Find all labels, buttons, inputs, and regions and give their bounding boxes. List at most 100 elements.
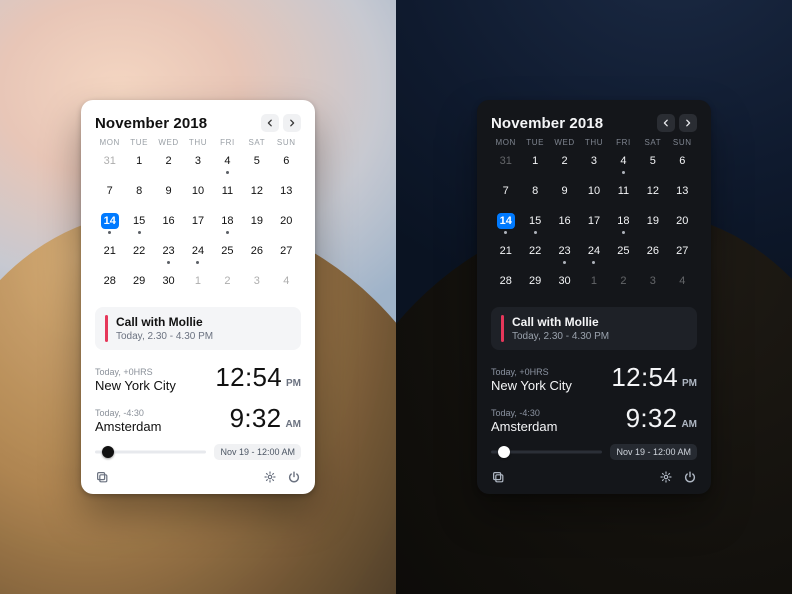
day-cell[interactable]: 25: [213, 243, 242, 267]
weekday-label: WED: [550, 138, 579, 147]
day-cell[interactable]: 8: [124, 183, 153, 207]
prev-month-button[interactable]: [657, 114, 675, 132]
day-cell[interactable]: 1: [124, 153, 153, 177]
day-cell[interactable]: 22: [124, 243, 153, 267]
day-cell[interactable]: 4: [668, 273, 697, 297]
day-cell[interactable]: 15: [520, 213, 549, 237]
day-cell[interactable]: 29: [520, 273, 549, 297]
day-cell[interactable]: 25: [609, 243, 638, 267]
day-cell[interactable]: 16: [154, 213, 183, 237]
event-card[interactable]: Call with Mollie Today, 2.30 - 4.30 PM: [95, 307, 301, 350]
day-cell[interactable]: 23: [154, 243, 183, 267]
day-cell[interactable]: 27: [272, 243, 301, 267]
day-number: 17: [585, 213, 603, 229]
day-cell[interactable]: 7: [491, 183, 520, 207]
day-number: 4: [277, 273, 295, 289]
month-grid: 3112345678910111213141516171819202122232…: [491, 153, 697, 297]
chevron-right-icon: [684, 119, 692, 127]
time-scrubber-knob[interactable]: [498, 446, 510, 458]
day-cell[interactable]: 2: [609, 273, 638, 297]
day-cell[interactable]: 14: [95, 213, 124, 237]
power-icon[interactable]: [287, 470, 301, 484]
day-cell[interactable]: 10: [183, 183, 212, 207]
day-cell[interactable]: 4: [272, 273, 301, 297]
day-cell[interactable]: 13: [668, 183, 697, 207]
day-cell[interactable]: 31: [491, 153, 520, 177]
day-cell[interactable]: 13: [272, 183, 301, 207]
event-subtitle: Today, 2.30 - 4.30 PM: [116, 331, 213, 342]
day-cell[interactable]: 26: [638, 243, 667, 267]
day-cell[interactable]: 19: [638, 213, 667, 237]
time-scrubber[interactable]: [491, 444, 602, 460]
day-cell[interactable]: 9: [154, 183, 183, 207]
day-cell[interactable]: 1: [183, 273, 212, 297]
clock-time: 12:54: [611, 362, 678, 393]
weekday-header: MONTUEWEDTHUFRISATSUN: [491, 138, 697, 147]
day-cell[interactable]: 7: [95, 183, 124, 207]
next-month-button[interactable]: [679, 114, 697, 132]
day-cell[interactable]: 11: [609, 183, 638, 207]
day-cell[interactable]: 23: [550, 243, 579, 267]
day-cell[interactable]: 30: [550, 273, 579, 297]
day-cell[interactable]: 21: [491, 243, 520, 267]
day-cell[interactable]: 6: [272, 153, 301, 177]
day-cell[interactable]: 20: [272, 213, 301, 237]
calendar-widget-dark: November 2018 MONTUEWEDTHUFRISATSUN 3112…: [477, 100, 711, 494]
time-scrubber-label: Nov 19 - 12:00 AM: [610, 444, 697, 460]
day-cell[interactable]: 8: [520, 183, 549, 207]
day-cell[interactable]: 9: [550, 183, 579, 207]
day-cell[interactable]: 4: [213, 153, 242, 177]
day-number: 24: [189, 243, 207, 259]
day-cell[interactable]: 30: [154, 273, 183, 297]
gear-icon[interactable]: [263, 470, 277, 484]
day-cell[interactable]: 24: [183, 243, 212, 267]
day-cell[interactable]: 31: [95, 153, 124, 177]
world-clocks: Today, +0HRSNew York City12:54PMToday, -…: [491, 362, 697, 434]
day-cell[interactable]: 2: [154, 153, 183, 177]
event-dot: [108, 231, 111, 234]
time-scrubber-knob[interactable]: [102, 446, 114, 458]
day-cell[interactable]: 14: [491, 213, 520, 237]
day-cell[interactable]: 2: [213, 273, 242, 297]
day-cell[interactable]: 28: [95, 273, 124, 297]
day-cell[interactable]: 15: [124, 213, 153, 237]
day-cell[interactable]: 19: [242, 213, 271, 237]
day-cell[interactable]: 3: [579, 153, 608, 177]
gear-icon[interactable]: [659, 470, 673, 484]
day-cell[interactable]: 5: [242, 153, 271, 177]
day-cell[interactable]: 11: [213, 183, 242, 207]
day-cell[interactable]: 21: [95, 243, 124, 267]
day-cell[interactable]: 16: [550, 213, 579, 237]
day-cell[interactable]: 27: [668, 243, 697, 267]
day-cell[interactable]: 20: [668, 213, 697, 237]
day-cell[interactable]: 17: [579, 213, 608, 237]
copy-icon[interactable]: [491, 470, 505, 484]
day-cell[interactable]: 3: [183, 153, 212, 177]
day-cell[interactable]: 22: [520, 243, 549, 267]
day-cell[interactable]: 24: [579, 243, 608, 267]
day-cell[interactable]: 1: [520, 153, 549, 177]
day-cell[interactable]: 10: [579, 183, 608, 207]
day-cell[interactable]: 29: [124, 273, 153, 297]
day-cell[interactable]: 18: [213, 213, 242, 237]
day-cell[interactable]: 28: [491, 273, 520, 297]
day-cell[interactable]: 17: [183, 213, 212, 237]
day-cell[interactable]: 3: [638, 273, 667, 297]
day-cell[interactable]: 2: [550, 153, 579, 177]
day-cell[interactable]: 5: [638, 153, 667, 177]
day-cell[interactable]: 12: [242, 183, 271, 207]
power-icon[interactable]: [683, 470, 697, 484]
day-cell[interactable]: 12: [638, 183, 667, 207]
day-cell[interactable]: 26: [242, 243, 271, 267]
next-month-button[interactable]: [283, 114, 301, 132]
day-cell[interactable]: 18: [609, 213, 638, 237]
event-card[interactable]: Call with Mollie Today, 2.30 - 4.30 PM: [491, 307, 697, 350]
day-cell[interactable]: 4: [609, 153, 638, 177]
day-cell[interactable]: 1: [579, 273, 608, 297]
day-cell[interactable]: 6: [668, 153, 697, 177]
day-cell[interactable]: 3: [242, 273, 271, 297]
day-number: 30: [555, 273, 573, 289]
copy-icon[interactable]: [95, 470, 109, 484]
time-scrubber[interactable]: [95, 444, 206, 460]
prev-month-button[interactable]: [261, 114, 279, 132]
